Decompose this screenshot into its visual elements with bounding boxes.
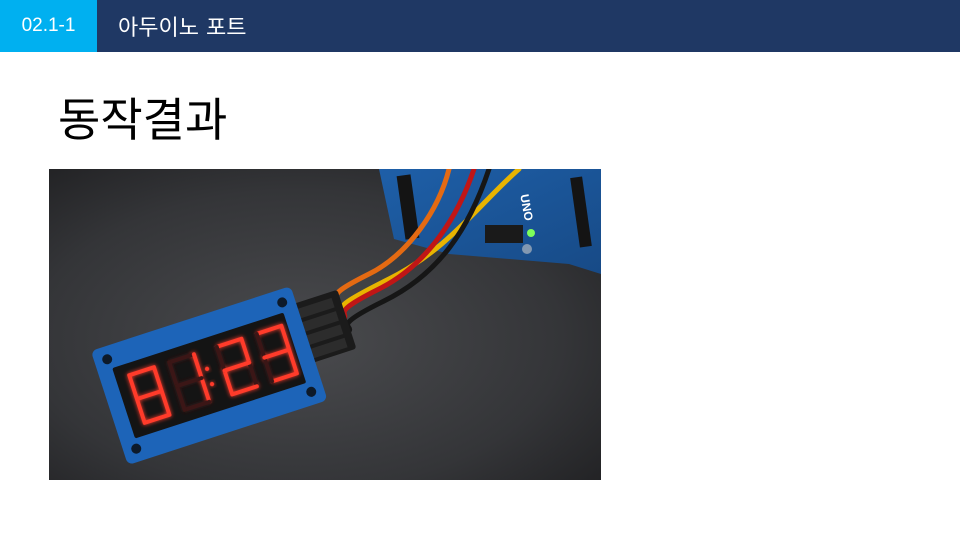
section-number-badge: 02.1-1 xyxy=(0,0,97,52)
header-title: 아두이노 포트 xyxy=(118,16,247,41)
arduino-4-digit-display-photo: UNO xyxy=(49,169,601,480)
slide-title: 동작결과 xyxy=(58,93,228,147)
